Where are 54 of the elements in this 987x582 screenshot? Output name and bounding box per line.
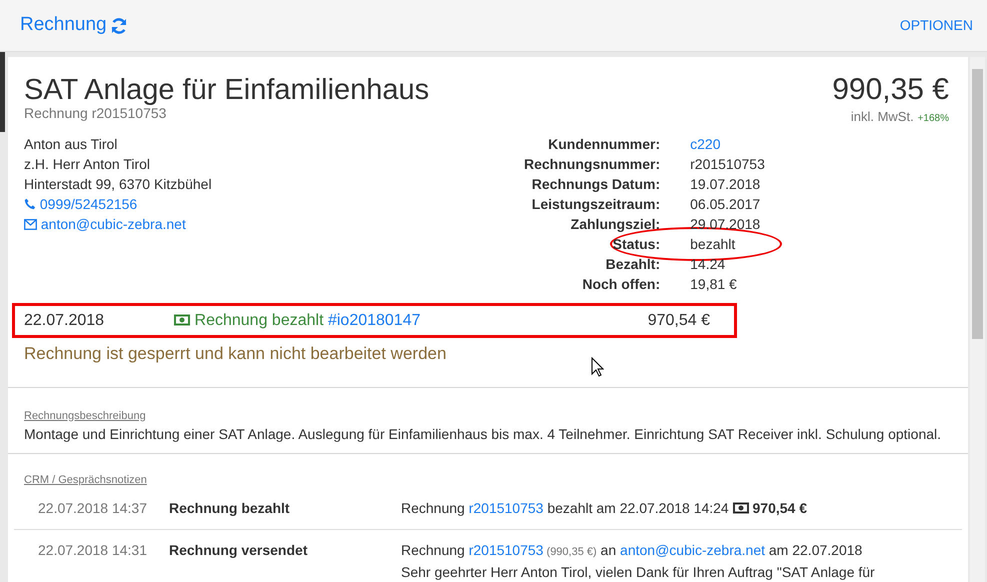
- note-link[interactable]: anton@cubic-zebra.net: [620, 542, 765, 558]
- section-heading: Rechnungsbeschreibung: [24, 408, 147, 424]
- note-link[interactable]: r201510753: [468, 500, 544, 516]
- mouse-cursor-icon: [591, 357, 604, 377]
- address-line: z.H. Herr Anton Tirol: [24, 155, 152, 174]
- phone-link[interactable]: 0999/52452156: [24, 196, 138, 212]
- note-text: Rechnung r201510753 bezahlt am 22.07.2018 14:24 970,54 €: [401, 498, 808, 518]
- address-line: Hinterstadt 99, 6370 Kitzbühel: [24, 175, 213, 194]
- refresh-icon[interactable]: [110, 16, 128, 34]
- note-title: Rechnung versendet: [169, 540, 308, 560]
- banknote-icon: [732, 502, 749, 514]
- payment-amount: 970,54 €: [648, 310, 710, 330]
- note-time: 22.07.2018 14:37: [37, 498, 148, 518]
- envelope-icon: [24, 219, 37, 230]
- page-title: Rechnung: [20, 13, 107, 38]
- detail-value: 19,81 €: [690, 276, 737, 292]
- detail-link[interactable]: c220: [690, 136, 720, 152]
- banknote-icon: [174, 314, 190, 326]
- phone-icon: [24, 198, 36, 210]
- detail-value: 29.07.2018: [690, 216, 760, 232]
- detail-value: r201510753: [690, 156, 765, 172]
- address-line: Anton aus Tirol: [24, 135, 118, 154]
- note-preview: Sehr geehrter Herr Anton Tirol, vielen Dank für Ihren Auftrag "SAT Anlage für: [401, 562, 875, 582]
- invoice-number: Rechnung r201510753: [24, 106, 168, 121]
- invoice-total: 990,35 €: [832, 74, 949, 106]
- payment-reference-link[interactable]: #io20180147: [324, 312, 420, 328]
- email-link[interactable]: anton@cubic-zebra.net: [24, 216, 186, 232]
- lock-notice: Rechnung ist gesperrt und kann nicht bearbeitet werden: [23, 343, 448, 365]
- margin-percent: +168%: [918, 113, 949, 124]
- detail-label: Bezahlt:: [604, 255, 660, 274]
- detail-value: 14.24: [690, 256, 726, 272]
- detail-label: Zahlungsziel:: [570, 215, 660, 234]
- payment-date: 22.07.2018: [24, 310, 104, 330]
- note-time: 22.07.2018 14:31: [37, 540, 148, 560]
- detail-label: Leistungszeitraum:: [530, 195, 660, 214]
- scrollbar-thumb[interactable]: [972, 69, 983, 339]
- description-text: Montage und Einrichtung einer SAT Anlage. Auslegung für Einfamilienhaus bis max. 4 Teilnehmer. Einrichtung SAT Receiver inkl. Schulung optional.: [24, 425, 942, 444]
- detail-label: Status:: [612, 235, 660, 254]
- detail-value: 06.05.2017: [690, 196, 760, 212]
- detail-label: Rechnungs Datum:: [530, 175, 660, 194]
- detail-label: Kundennummer:: [547, 135, 660, 154]
- invoice-title: SAT Anlage für Einfamilienhaus: [24, 74, 430, 106]
- detail-value: 19.07.2018: [690, 176, 760, 192]
- note-title: Rechnung bezahlt: [169, 498, 291, 518]
- detail-label: Noch offen:: [581, 275, 660, 294]
- note-text: Rechnung r201510753 (990,35 €) an anton@cubic-zebra.net am 22.07.2018: [401, 540, 864, 560]
- scrollbar[interactable]: [970, 57, 985, 582]
- options-link[interactable]: OPTIONEN: [900, 15, 973, 36]
- section-heading: CRM / Gesprächsnotizen: [24, 473, 148, 488]
- payment-status: Rechnung bezahlt: [194, 312, 324, 328]
- detail-label: Rechnungsnummer:: [524, 155, 660, 174]
- tax-note: inkl. MwSt.: [850, 109, 914, 124]
- note-link[interactable]: r201510753: [468, 542, 544, 558]
- detail-value: bezahlt: [690, 236, 736, 252]
